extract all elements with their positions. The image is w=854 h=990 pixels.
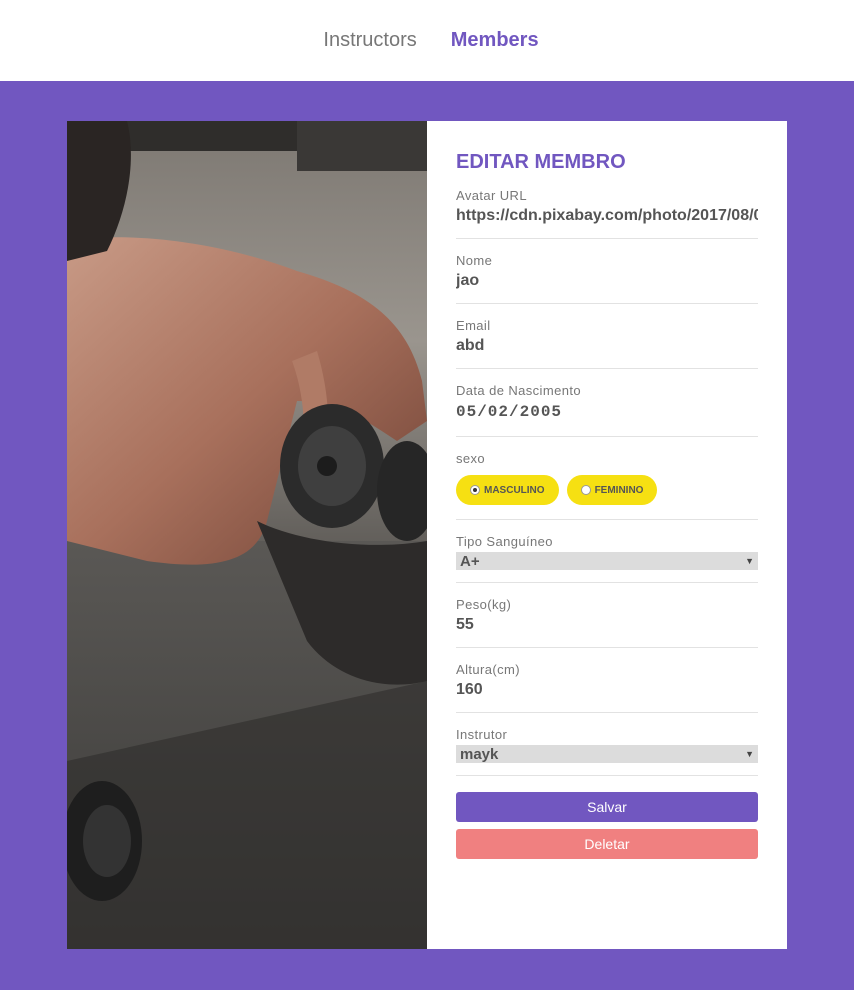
weight-label: Peso(kg) [456, 597, 512, 612]
gender-radio-group: MASCULINO FEMININO [456, 475, 758, 505]
gender-option-label: FEMININO [594, 484, 644, 496]
blood-type-select[interactable]: A+ ▼ [456, 552, 758, 570]
top-nav: Instructors Members [0, 0, 854, 81]
weight-field: Peso(kg) 55 [456, 597, 758, 648]
dropdown-arrow-icon: ▼ [745, 556, 754, 566]
instructor-select[interactable]: mayk ▼ [456, 745, 758, 763]
member-avatar-image [67, 121, 427, 949]
birth-date-label: Data de Nascimento [456, 383, 581, 398]
main-background: EDITAR MEMBRO Avatar URL https://cdn.pix… [0, 81, 854, 990]
delete-button[interactable]: Deletar [456, 829, 758, 859]
height-field: Altura(cm) 160 [456, 662, 758, 713]
gender-option-label: MASCULINO [484, 484, 545, 496]
name-input[interactable]: jao [456, 271, 758, 291]
name-field: Nome jao [456, 253, 758, 304]
avatar-url-field: Avatar URL https://cdn.pixabay.com/photo… [456, 188, 758, 239]
radio-unselected-icon[interactable] [580, 485, 591, 495]
email-label: Email [456, 318, 491, 333]
avatar-url-label: Avatar URL [456, 188, 527, 203]
avatar-url-input[interactable]: https://cdn.pixabay.com/photo/2017/08/07… [456, 206, 758, 226]
height-label: Altura(cm) [456, 662, 520, 677]
nav-members-link[interactable]: Members [451, 29, 539, 52]
email-input[interactable]: abd [456, 336, 758, 356]
member-card: EDITAR MEMBRO Avatar URL https://cdn.pix… [67, 121, 787, 949]
dropdown-arrow-icon: ▼ [745, 749, 754, 759]
edit-member-form: EDITAR MEMBRO Avatar URL https://cdn.pix… [427, 121, 787, 949]
instructor-value: mayk [460, 745, 499, 763]
radio-selected-icon[interactable] [470, 485, 480, 495]
height-input[interactable]: 160 [456, 680, 758, 700]
name-label: Nome [456, 253, 493, 268]
instructor-field: Instrutor mayk ▼ [456, 727, 758, 776]
birth-date-field: Data de Nascimento 05/02/2005 [456, 383, 758, 437]
nav-instructors-link[interactable]: Instructors [323, 29, 416, 52]
blood-type-field: Tipo Sanguíneo A+ ▼ [456, 534, 758, 583]
birth-date-input[interactable]: 05/02/2005 [456, 402, 758, 424]
blood-type-value: A+ [460, 552, 480, 570]
gender-option-feminino[interactable]: FEMININO [566, 475, 658, 505]
gender-field: sexo MASCULINO FEMININO [456, 451, 758, 520]
weight-input[interactable]: 55 [456, 615, 758, 635]
instructor-label: Instrutor [456, 727, 508, 742]
email-field: Email abd [456, 318, 758, 369]
blood-type-label: Tipo Sanguíneo [456, 534, 553, 549]
form-title: EDITAR MEMBRO [456, 151, 626, 173]
save-button[interactable]: Salvar [456, 792, 758, 822]
gender-label: sexo [456, 451, 486, 466]
gender-option-masculino[interactable]: MASCULINO [456, 475, 559, 505]
avatar-photo-graphic [67, 121, 427, 949]
